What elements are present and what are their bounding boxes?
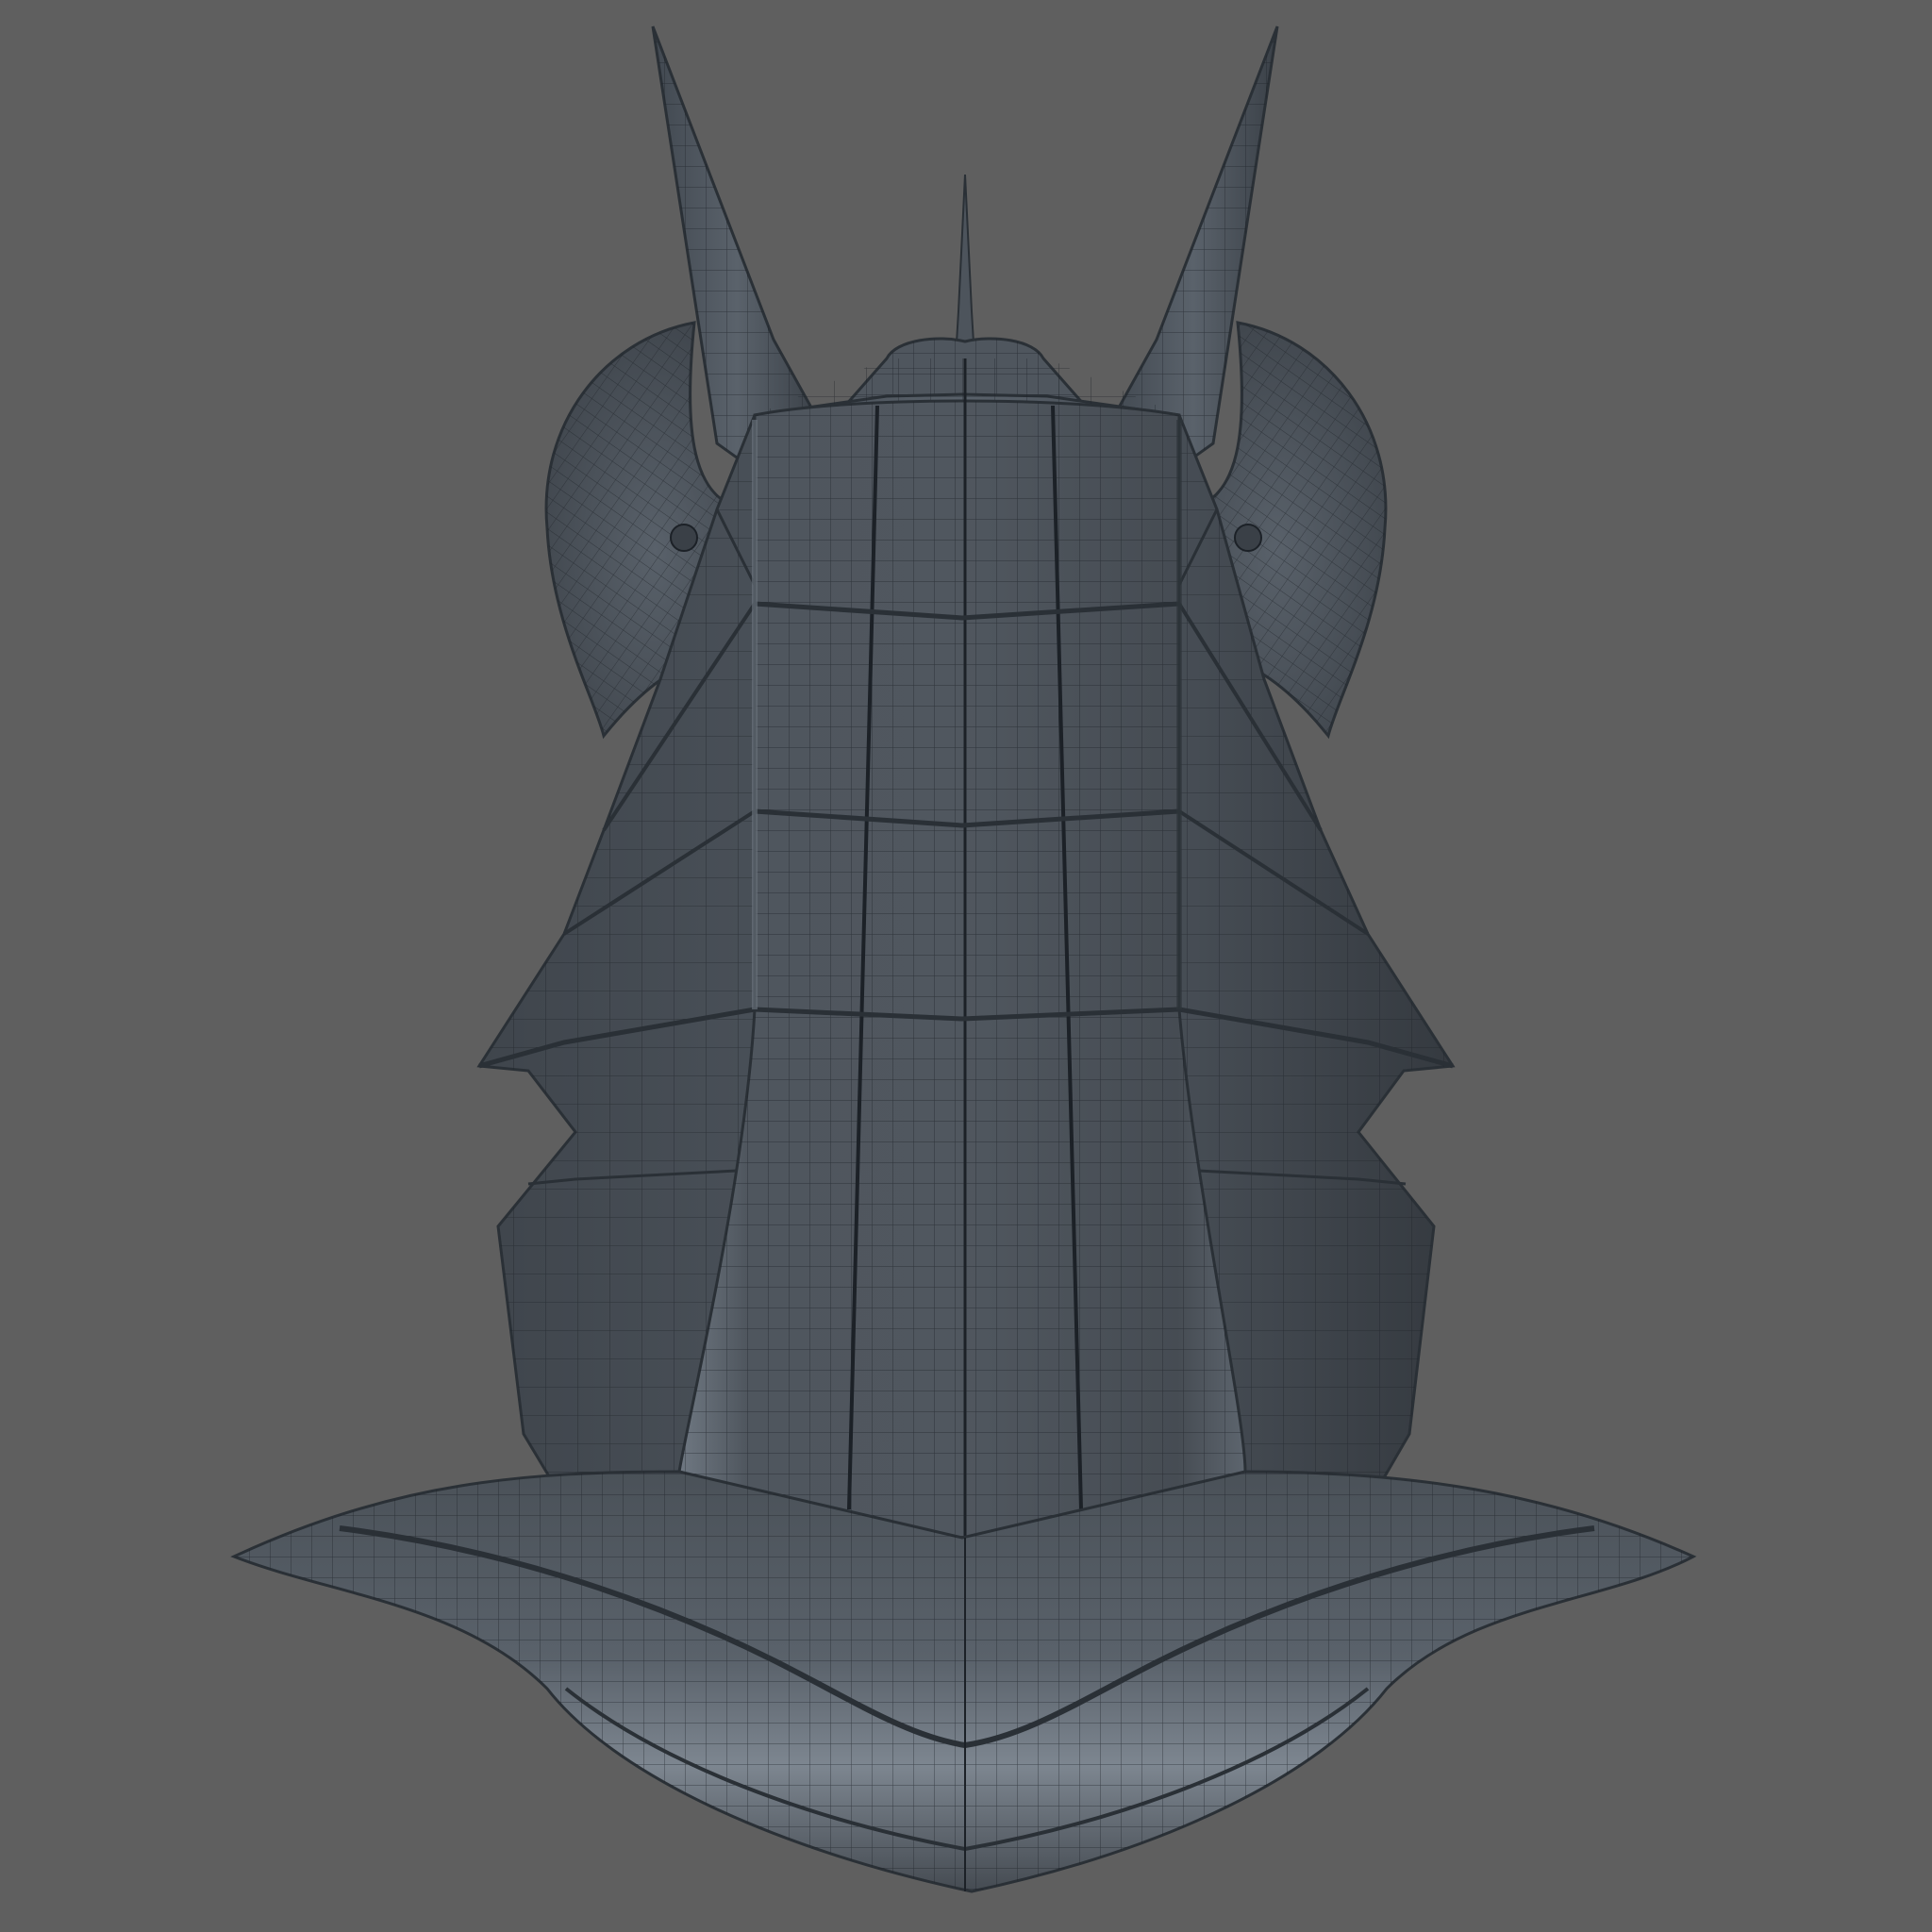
center-spike <box>954 174 976 359</box>
helmet-model[interactable] <box>0 0 1932 1932</box>
center-front-panel <box>677 358 1247 1549</box>
helmet-mesh <box>230 25 1697 1893</box>
3d-viewport[interactable] <box>0 0 1932 1932</box>
